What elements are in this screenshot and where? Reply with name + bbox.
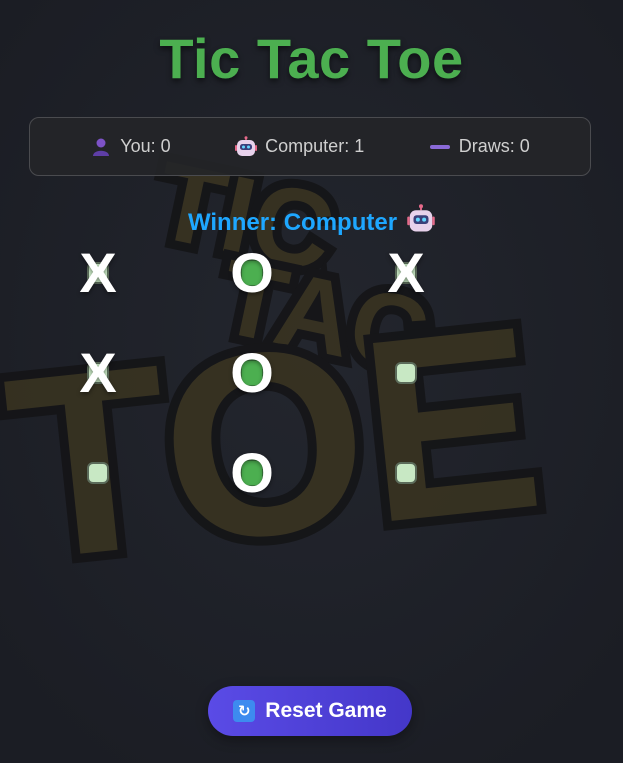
board-cell-8[interactable]: O (187, 428, 317, 518)
refresh-icon: ↻ (233, 700, 256, 722)
reset-game-button[interactable]: ↻ Reset Game (208, 686, 412, 736)
board-cell-4[interactable]: X (33, 328, 163, 418)
board-cell-5[interactable]: O (187, 328, 317, 418)
board-cell-2[interactable]: O (187, 228, 317, 318)
cell-marker (87, 462, 109, 484)
cell-marker (395, 362, 417, 384)
cell-mark: X (387, 241, 425, 304)
cell-mark: O (230, 441, 274, 504)
cell-mark: O (230, 341, 274, 404)
board-cell-9[interactable] (341, 428, 471, 518)
board-cell-6[interactable] (341, 328, 471, 418)
board-cell-1[interactable]: X (33, 228, 163, 318)
cell-mark: O (230, 241, 274, 304)
cell-mark: X (79, 341, 117, 404)
board-cell-3[interactable]: X (341, 228, 471, 318)
cell-mark: X (79, 241, 117, 304)
game-board: X O X X O O (0, 0, 623, 763)
board-cell-7[interactable] (33, 428, 163, 518)
reset-game-label: Reset Game (265, 699, 387, 722)
cell-marker (395, 462, 417, 484)
